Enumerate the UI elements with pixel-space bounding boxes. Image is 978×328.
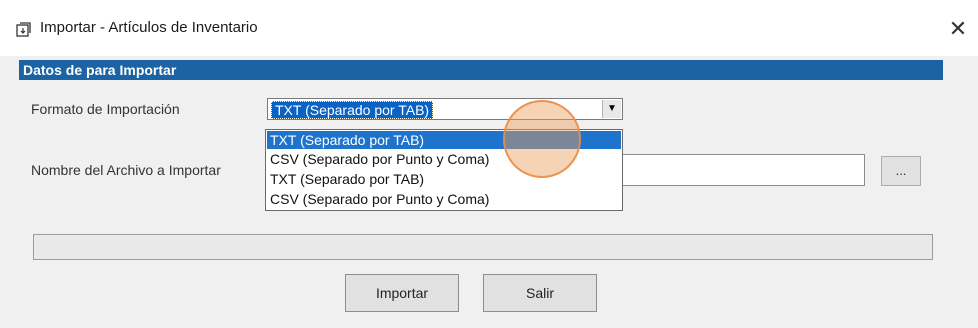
import-button[interactable]: Importar (345, 274, 459, 312)
import-dialog: Importar - Artículos de Inventario ✕ Dat… (0, 0, 978, 328)
filename-label: Nombre del Archivo a Importar (31, 162, 221, 178)
format-option[interactable]: TXT (Separado por TAB) (267, 170, 621, 188)
filename-input[interactable] (621, 154, 865, 186)
close-button[interactable]: ✕ (943, 14, 973, 44)
title-bar: Importar - Artículos de Inventario ✕ (0, 0, 978, 56)
progress-bar (33, 234, 933, 260)
cursor-highlight (503, 100, 581, 178)
app-icon (16, 22, 31, 37)
browse-button[interactable]: ... (881, 156, 921, 186)
window-title: Importar - Artículos de Inventario (40, 19, 258, 36)
close-icon: ✕ (948, 16, 968, 41)
chevron-down-icon[interactable]: ▼ (602, 100, 621, 118)
format-select-value: TXT (Separado por TAB) (271, 101, 434, 119)
exit-button[interactable]: Salir (483, 274, 597, 312)
section-header: Datos de para Importar (19, 60, 943, 80)
format-option[interactable]: CSV (Separado por Punto y Coma) (267, 190, 621, 208)
format-label: Formato de Importación (31, 101, 180, 117)
dialog-content: Datos de para Importar Formato de Import… (11, 56, 967, 322)
